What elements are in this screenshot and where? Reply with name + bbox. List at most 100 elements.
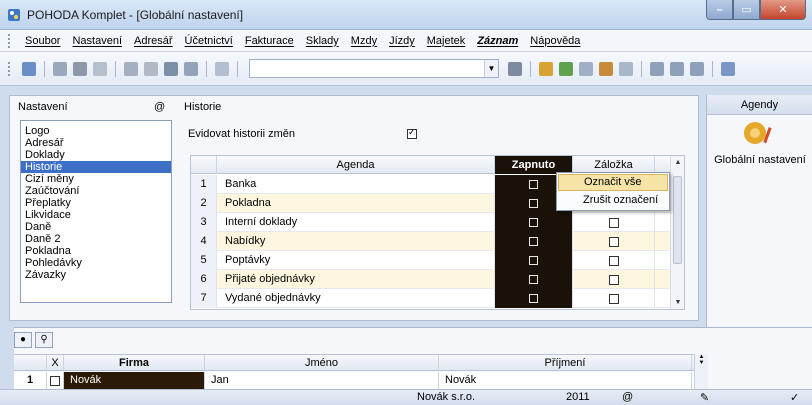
enabled-checkbox[interactable] <box>529 294 538 303</box>
menu-zaznam[interactable]: Záznam <box>471 35 524 47</box>
filter-icon[interactable] <box>508 61 522 76</box>
settings-group-label: Nastavení <box>18 101 68 113</box>
toolbar-separator <box>44 60 45 77</box>
toolbar-combo[interactable]: ▼ <box>249 59 499 78</box>
record-tab-icon[interactable]: ● <box>14 332 32 348</box>
scroll-down-icon[interactable]: ▼ <box>671 299 685 306</box>
table-row[interactable]: 5 Poptávky <box>191 251 671 270</box>
grid-header-num <box>191 156 217 174</box>
enabled-checkbox[interactable] <box>529 218 538 227</box>
toolbar: ▼ <box>0 52 812 86</box>
menu-majetek[interactable]: Majetek <box>421 35 472 47</box>
undo-icon[interactable] <box>124 61 138 76</box>
enabled-checkbox[interactable] <box>529 275 538 284</box>
table-row[interactable]: 4 Nabídky <box>191 232 671 251</box>
settings-item-preplatky[interactable]: Přeplatky <box>21 197 171 209</box>
menu-napoveda[interactable]: Nápověda <box>524 35 586 47</box>
split-view-icon[interactable] <box>690 61 704 76</box>
enabled-checkbox[interactable] <box>529 199 538 208</box>
print-icon[interactable] <box>73 61 87 76</box>
grid-scrollbar[interactable]: ▲ ▼ <box>670 156 684 309</box>
menu-mzdy[interactable]: Mzdy <box>345 35 383 47</box>
toolbar-separator <box>712 60 713 77</box>
menu-adresar[interactable]: Adresář <box>128 35 179 47</box>
tab-checkbox[interactable] <box>608 255 619 266</box>
settings-item-dane-2[interactable]: Daně 2 <box>21 233 171 245</box>
menu-item-deselect[interactable]: Zrušit označení <box>557 192 669 209</box>
settings-item-likvidace[interactable]: Likvidace <box>21 209 171 221</box>
toolbar-separator <box>641 60 642 77</box>
row-tab-cell <box>573 232 655 251</box>
settings-item-dane[interactable]: Daně <box>21 221 171 233</box>
copy-icon[interactable] <box>215 61 229 76</box>
bottom-header-firma[interactable]: Firma <box>64 355 205 370</box>
table-row[interactable]: 3 Interní doklady <box>191 213 671 232</box>
global-settings-icon[interactable] <box>741 119 775 147</box>
tab-checkbox[interactable] <box>608 217 619 228</box>
settings-item-cizi-meny[interactable]: Cizí měny <box>21 173 171 185</box>
settings-list[interactable]: Logo Adresář Doklady Historie Cizí měny … <box>20 120 172 303</box>
tab-checkbox[interactable] <box>608 236 619 247</box>
contacts-icon[interactable] <box>599 61 613 76</box>
row-agenda: Přijaté objednávky <box>217 270 495 289</box>
record-icon[interactable] <box>539 61 553 76</box>
settings-item-zauctovani[interactable]: Zaúčtování <box>21 185 171 197</box>
settings-item-logo[interactable]: Logo <box>21 125 171 137</box>
save-as-icon[interactable] <box>184 61 198 76</box>
menu-nastaveni[interactable]: Nastavení <box>66 35 128 47</box>
chevron-down-icon[interactable]: ▼ <box>484 60 498 77</box>
menu-ucetnictvi[interactable]: Účetnictví <box>179 35 239 47</box>
search-icon[interactable] <box>53 61 67 76</box>
table-icon[interactable] <box>579 61 593 76</box>
maximize-button[interactable]: ▭ <box>733 0 760 20</box>
bottom-scrollbar[interactable]: ▲ ▼ <box>694 354 708 390</box>
tab-checkbox[interactable] <box>608 274 619 285</box>
settings-item-doklady[interactable]: Doklady <box>21 149 171 161</box>
agenda-icon[interactable] <box>22 61 36 76</box>
edit-icon[interactable] <box>559 61 573 76</box>
enabled-checkbox[interactable] <box>529 237 538 246</box>
context-menu: Označit vše Zrušit označení <box>556 172 670 211</box>
settings-item-historie[interactable]: Historie <box>21 161 171 173</box>
help-icon[interactable] <box>721 61 735 76</box>
menu-grip <box>8 33 11 48</box>
check-icon[interactable] <box>144 61 158 76</box>
menu-fakturace[interactable]: Fakturace <box>239 35 300 47</box>
filter-tab-icon[interactable]: ⚲ <box>35 332 53 348</box>
table-row[interactable]: 7 Vydané objednávky <box>191 289 671 308</box>
table-row[interactable]: 1 Novák Jan Novák <box>14 372 694 390</box>
row-checkbox[interactable] <box>50 376 60 386</box>
tab-checkbox[interactable] <box>608 293 619 304</box>
bottom-header-x[interactable]: X <box>47 355 64 370</box>
bottom-header-prijmeni[interactable]: Příjmení <box>439 355 692 370</box>
settings-item-pohledavky[interactable]: Pohledávky <box>21 257 171 269</box>
minimize-button[interactable]: – <box>706 0 733 20</box>
list-icon[interactable] <box>670 61 684 76</box>
scroll-up-icon[interactable]: ▲ <box>671 159 685 166</box>
menu-sklady[interactable]: Sklady <box>300 35 345 47</box>
toolbar-separator <box>530 60 531 77</box>
scroll-thumb[interactable] <box>673 176 682 264</box>
menu-item-select-all[interactable]: Označit vše <box>558 174 668 191</box>
menu-jizdy[interactable]: Jízdy <box>383 35 421 47</box>
settings-item-zavazky[interactable]: Závazky <box>21 269 171 281</box>
preview-icon[interactable] <box>93 61 107 76</box>
close-button[interactable]: ✕ <box>760 0 806 20</box>
track-history-checkbox[interactable] <box>407 127 417 139</box>
calculator-icon[interactable] <box>619 61 633 76</box>
agendy-item-global-settings[interactable]: Globální nastavení <box>707 154 812 166</box>
table-row[interactable]: 6 Přijaté objednávky <box>191 270 671 289</box>
save-icon[interactable] <box>164 61 178 76</box>
at-sign: @ <box>154 101 166 113</box>
bottom-row-jmeno: Jan <box>205 372 439 390</box>
settings-item-adresar[interactable]: Adresář <box>21 137 171 149</box>
bottom-header-jmeno[interactable]: Jméno <box>205 355 439 370</box>
enabled-checkbox[interactable] <box>529 180 538 189</box>
menu-soubor[interactable]: Soubor <box>19 35 66 47</box>
grid-header-agenda[interactable]: Agenda <box>217 156 495 174</box>
track-history-label: Evidovat historii změn <box>188 128 295 140</box>
form-icon[interactable] <box>650 61 664 76</box>
settings-item-pokladna[interactable]: Pokladna <box>21 245 171 257</box>
bottom-table-panel: ● ⚲ X Firma Jméno Příjmení 1 Novák Jan N… <box>14 327 812 390</box>
enabled-checkbox[interactable] <box>529 256 538 265</box>
